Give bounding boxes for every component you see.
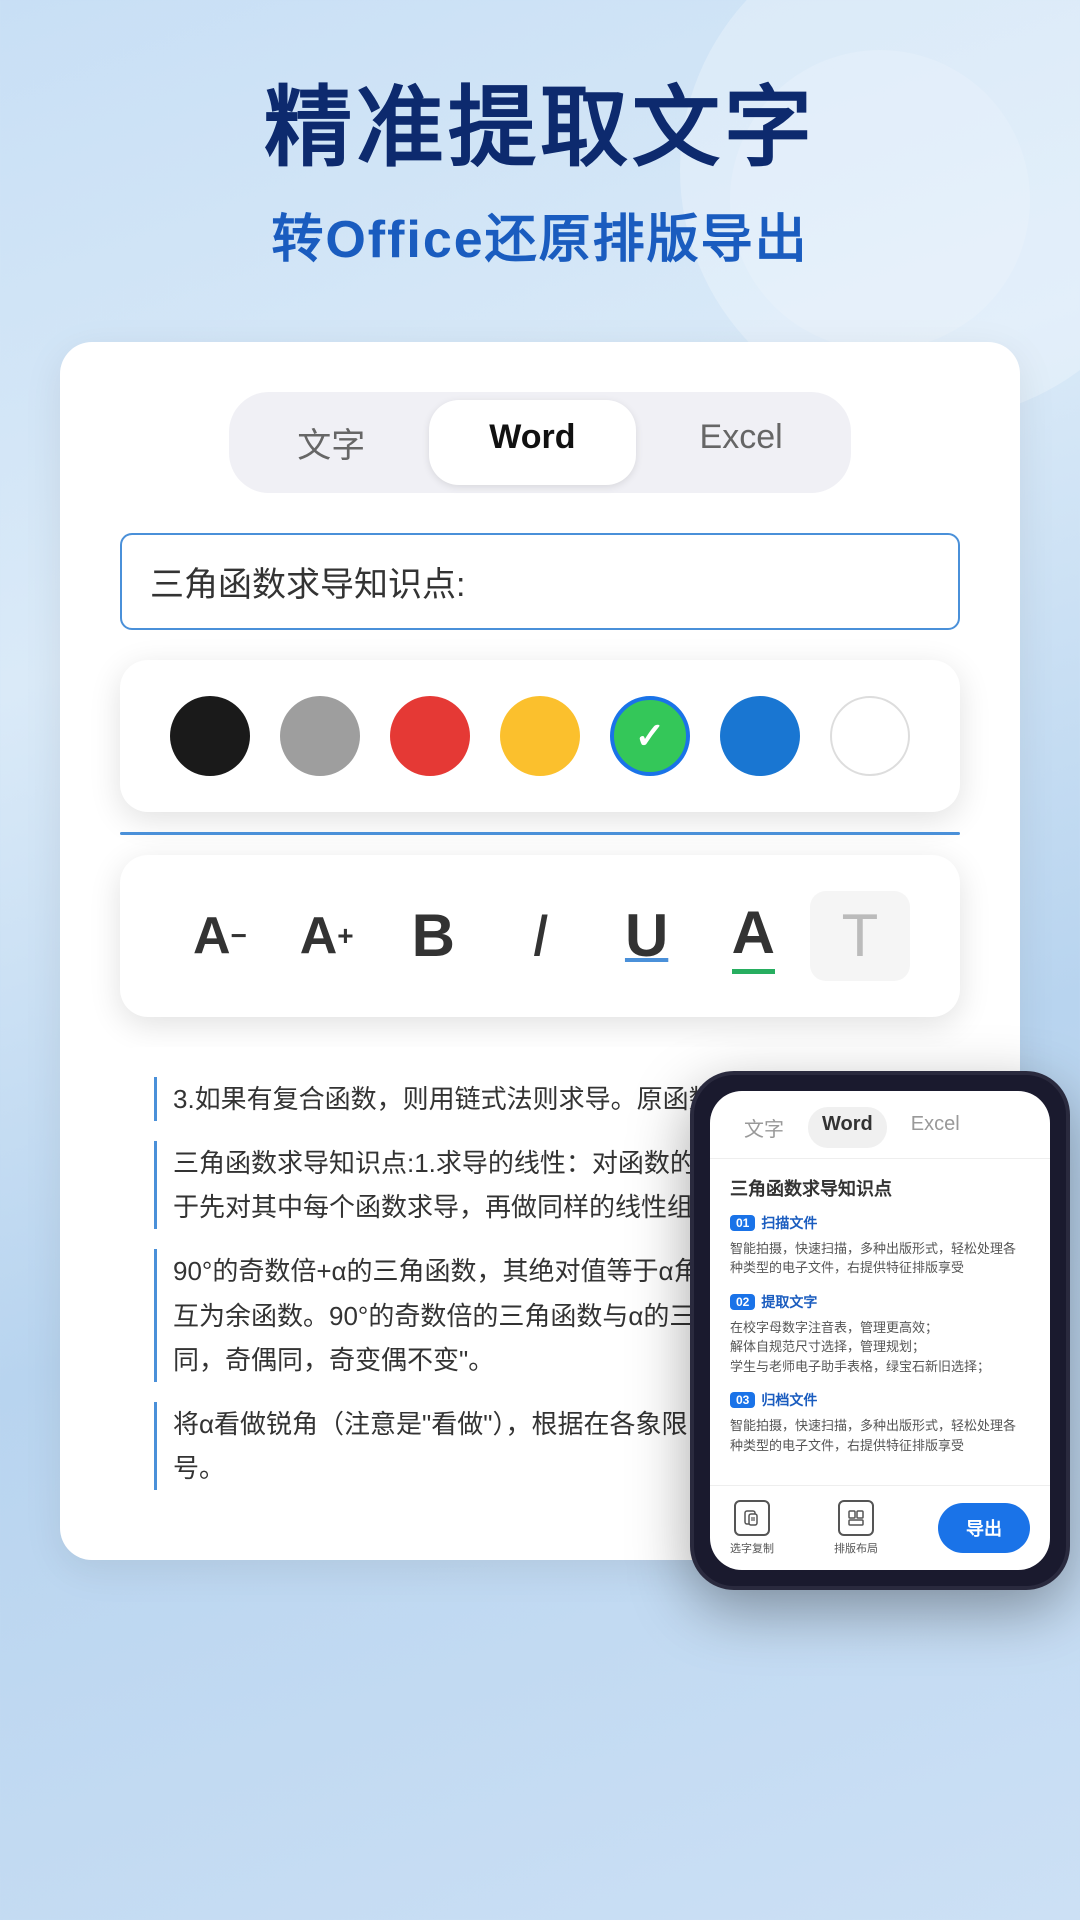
format-toolbar-card: A− A+ B I U A [120, 855, 960, 1017]
main-title: 精准提取文字 [60, 80, 1020, 177]
phone-section-01-header: 01 扫描文件 [730, 1213, 1030, 1233]
phone-section-03-text: 智能拍摄，快速扫描，多种出版形式，轻松处理各 种类型的电子文件，右提供特征排版享… [730, 1416, 1030, 1455]
color-yellow[interactable] [500, 696, 580, 776]
color-picker-card: ✓ [120, 660, 960, 812]
layout-icon-group[interactable]: 排版布局 [834, 1500, 878, 1556]
color-white[interactable] [830, 696, 910, 776]
main-card-area: 文字 Word Excel 三角函数求导知识点: ✓ [60, 342, 1020, 1561]
phone-section-02-text: 在校字母数字注音表，管理更高效； 解体自规范尺寸选择，管理规划； 学生与老师电子… [730, 1318, 1030, 1377]
header-section: 精准提取文字 转Office还原排版导出 [0, 0, 1080, 312]
decrease-font-button[interactable]: A− [170, 891, 270, 981]
phone-doc-title: 三角函数求导知识点 [730, 1175, 1030, 1201]
phone-section-01-label: 扫描文件 [761, 1213, 817, 1233]
increase-font-button[interactable]: A+ [277, 891, 377, 981]
tab-pill-container: 文字 Word Excel [229, 392, 850, 493]
color-red[interactable] [390, 696, 470, 776]
phone-section-02-num: 02 [730, 1294, 755, 1310]
select-copy-icon [734, 1500, 770, 1536]
font-color-button[interactable]: A [703, 891, 803, 981]
tab-excel[interactable]: Excel [640, 400, 843, 485]
phone-section-01-num: 01 [730, 1215, 755, 1231]
phone-screen: 文字 Word Excel 三角函数求导知识点 01 扫描文件 智能拍摄，快速扫… [710, 1091, 1050, 1571]
color-blue[interactable] [720, 696, 800, 776]
color-gray[interactable] [280, 696, 360, 776]
phone-bottom-bar: 选字复制 排版布局 导出 [710, 1485, 1050, 1570]
color-row: ✓ [170, 696, 910, 776]
color-black[interactable] [170, 696, 250, 776]
phone-section-02-label: 提取文字 [761, 1292, 817, 1312]
phone-section-03-header: 03 归档文件 [730, 1390, 1030, 1410]
phone-content: 三角函数求导知识点 01 扫描文件 智能拍摄，快速扫描，多种出版形式，轻松处理各… [710, 1159, 1050, 1486]
text-style-button[interactable]: T [810, 891, 910, 981]
phone-tab-excel[interactable]: Excel [897, 1107, 974, 1148]
tab-row: 文字 Word Excel [120, 392, 960, 493]
format-row: A− A+ B I U A [170, 891, 910, 981]
phone-tab-text[interactable]: 文字 [730, 1107, 798, 1148]
phone-section-03-num: 03 [730, 1392, 755, 1408]
layout-icon [838, 1500, 874, 1536]
phone-section-03-label: 归档文件 [761, 1390, 817, 1410]
phone-section-02: 02 提取文字 在校字母数字注音表，管理更高效； 解体自规范尺寸选择，管理规划；… [730, 1292, 1030, 1377]
tab-word[interactable]: Word [429, 400, 635, 485]
export-button[interactable]: 导出 [938, 1503, 1030, 1553]
underline-button[interactable]: U [597, 891, 697, 981]
phone-section-03: 03 归档文件 智能拍摄，快速扫描，多种出版形式，轻松处理各 种类型的电子文件，… [730, 1390, 1030, 1455]
phone-tab-word[interactable]: Word [808, 1107, 887, 1148]
phone-mockup: 文字 Word Excel 三角函数求导知识点 01 扫描文件 智能拍摄，快速扫… [690, 1071, 1070, 1591]
phone-section-01: 01 扫描文件 智能拍摄，快速扫描，多种出版形式，轻松处理各 种类型的电子文件，… [730, 1213, 1030, 1278]
check-icon: ✓ [635, 715, 665, 757]
select-copy-icon-group[interactable]: 选字复制 [730, 1500, 774, 1556]
layout-label: 排版布局 [834, 1540, 878, 1556]
bold-button[interactable]: B [383, 891, 483, 981]
italic-button[interactable]: I [490, 891, 590, 981]
tab-text[interactable]: 文字 [237, 400, 425, 485]
phone-tab-row: 文字 Word Excel [710, 1091, 1050, 1159]
divider [120, 832, 960, 835]
sub-title: 转Office还原排版导出 [60, 197, 1020, 272]
text-input-display[interactable]: 三角函数求导知识点: [120, 533, 960, 630]
phone-section-02-header: 02 提取文字 [730, 1292, 1030, 1312]
color-green[interactable]: ✓ [610, 696, 690, 776]
phone-section-01-text: 智能拍摄，快速扫描，多种出版形式，轻松处理各 种类型的电子文件，右提供特征排版享… [730, 1239, 1030, 1278]
select-copy-label: 选字复制 [730, 1540, 774, 1556]
